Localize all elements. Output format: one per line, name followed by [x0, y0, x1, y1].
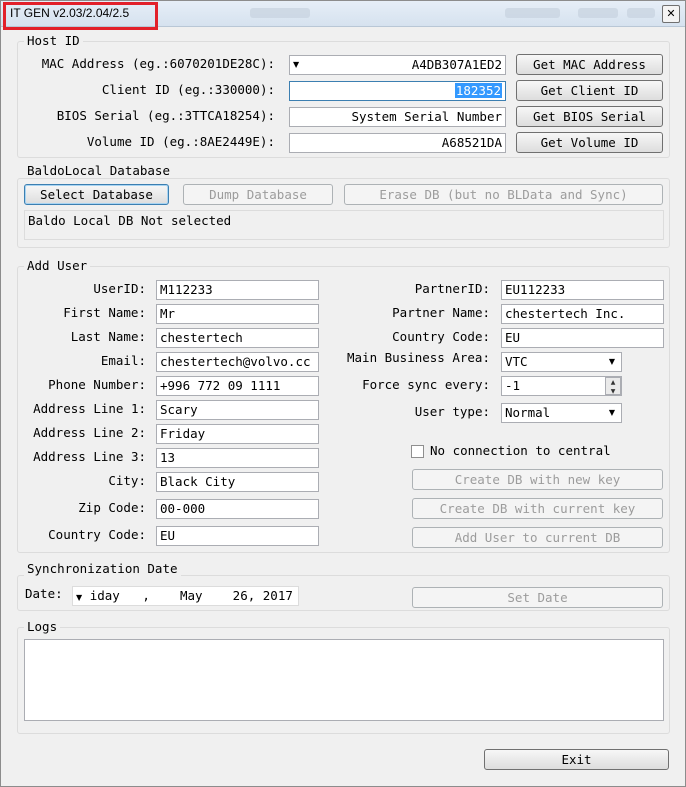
create-db-new-key-button[interactable]: Create DB with new key [412, 469, 663, 490]
add-user-to-db-button[interactable]: Add User to current DB [412, 527, 663, 548]
partner-id-field[interactable]: EU112233 [501, 280, 664, 300]
partner-name-label: Partner Name: [392, 305, 490, 320]
first-name-field[interactable]: Mr [156, 304, 319, 324]
spin-up-icon[interactable]: ▲ [606, 378, 620, 387]
address-line-3-label: Address Line 3: [33, 449, 146, 464]
dump-database-button[interactable]: Dump Database [183, 184, 333, 205]
logs-group-label: Logs [24, 620, 61, 634]
business-area-select[interactable]: VTC ▼ [501, 352, 622, 372]
blurred-title-fragment [627, 8, 655, 18]
chevron-down-icon[interactable]: ▼ [293, 56, 299, 74]
force-sync-spin-buttons[interactable]: ▲ ▼ [605, 377, 621, 395]
first-name-label: First Name: [63, 305, 146, 320]
erase-db-button[interactable]: Erase DB (but no BLData and Sync) [344, 184, 663, 205]
no-connection-checkbox[interactable] [411, 445, 424, 458]
chevron-down-icon[interactable]: ▼ [76, 593, 82, 602]
email-label: Email: [100, 353, 146, 368]
set-date-button[interactable]: Set Date [412, 587, 663, 608]
address-line-1-label: Address Line 1: [33, 401, 146, 416]
mac-address-value: A4DB307A1ED2 [411, 57, 502, 72]
database-status-text: Baldo Local DB Not selected [28, 213, 232, 228]
address-line-1-field[interactable]: Scary [156, 400, 319, 420]
close-icon[interactable]: ✕ [662, 5, 680, 23]
date-value: iday , May 26, 2017 [89, 588, 293, 603]
get-bios-serial-button[interactable]: Get BIOS Serial [516, 106, 663, 127]
bios-serial-field[interactable]: System Serial Number [289, 107, 506, 127]
userid-label: UserID: [93, 281, 146, 296]
add-user-group-label: Add User [24, 259, 91, 273]
address-line-2-label: Address Line 2: [33, 425, 146, 440]
partner-country-code-label: Country Code: [392, 329, 490, 344]
select-database-button[interactable]: Select Database [24, 184, 169, 205]
spin-down-icon[interactable]: ▼ [606, 387, 620, 396]
client-id-value: 182352 [454, 83, 502, 98]
create-db-current-key-button[interactable]: Create DB with current key [412, 498, 663, 519]
city-field[interactable]: Black City [156, 472, 319, 492]
date-picker[interactable]: ▼ iday , May 26, 2017 [72, 586, 299, 606]
database-group-label: BaldoLocal Database [24, 164, 173, 178]
zip-code-field[interactable]: 00-000 [156, 499, 319, 519]
get-client-id-button[interactable]: Get Client ID [516, 80, 663, 101]
partner-id-label: PartnerID: [414, 281, 490, 296]
business-area-label: Main Business Area: [347, 350, 490, 365]
user-type-select[interactable]: Normal ▼ [501, 403, 622, 423]
chevron-down-icon[interactable]: ▼ [605, 353, 619, 371]
country-code-field[interactable]: EU [156, 526, 319, 546]
mac-address-label: MAC Address (eg.:6070201DE28C): [41, 56, 275, 71]
blurred-title-fragment [250, 8, 310, 18]
logs-textarea[interactable] [24, 639, 664, 721]
database-status-box: Baldo Local DB Not selected [24, 210, 664, 240]
mac-address-combo[interactable]: ▼ A4DB307A1ED2 [289, 55, 506, 75]
business-area-value: VTC [505, 354, 528, 369]
bios-serial-label: BIOS Serial (eg.:3TTCA18254): [56, 108, 275, 123]
phone-label: Phone Number: [48, 377, 146, 392]
address-line-2-field[interactable]: Friday [156, 424, 319, 444]
date-label: Date: [25, 586, 63, 601]
phone-field[interactable]: +996 772 09 1111 [156, 376, 319, 396]
partner-name-field[interactable]: chestertech Inc. [501, 304, 664, 324]
blurred-title-fragment [578, 8, 618, 18]
no-connection-label[interactable]: No connection to central [430, 442, 611, 460]
user-type-value: Normal [505, 405, 551, 420]
sync-date-group-label: Synchronization Date [24, 562, 181, 576]
force-sync-spinner[interactable]: -1 [501, 376, 622, 396]
exit-button[interactable]: Exit [484, 749, 669, 770]
force-sync-label: Force sync every: [362, 377, 490, 392]
get-mac-address-button[interactable]: Get MAC Address [516, 54, 663, 75]
country-code-label: Country Code: [48, 527, 146, 542]
host-id-group-label: Host ID [24, 34, 83, 48]
last-name-field[interactable]: chestertech [156, 328, 319, 348]
partner-country-code-field[interactable]: EU [501, 328, 664, 348]
zip-code-label: Zip Code: [78, 500, 146, 515]
city-label: City: [108, 473, 146, 488]
email-field[interactable]: chestertech@volvo.cc [156, 352, 319, 372]
volume-id-field[interactable]: A68521DA [289, 133, 506, 153]
client-id-label: Client ID (eg.:330000): [101, 82, 275, 97]
force-sync-value: -1 [505, 378, 521, 393]
volume-id-label: Volume ID (eg.:8AE2449E): [86, 134, 275, 149]
get-volume-id-button[interactable]: Get Volume ID [516, 132, 663, 153]
client-id-field[interactable]: 182352 [289, 81, 506, 101]
title-highlight-box [3, 2, 158, 30]
userid-field[interactable]: M112233 [156, 280, 319, 300]
address-line-3-field[interactable]: 13 [156, 448, 319, 468]
blurred-title-fragment [505, 8, 560, 18]
chevron-down-icon[interactable]: ▼ [605, 404, 619, 422]
user-type-label: User type: [414, 404, 490, 419]
last-name-label: Last Name: [70, 329, 146, 344]
